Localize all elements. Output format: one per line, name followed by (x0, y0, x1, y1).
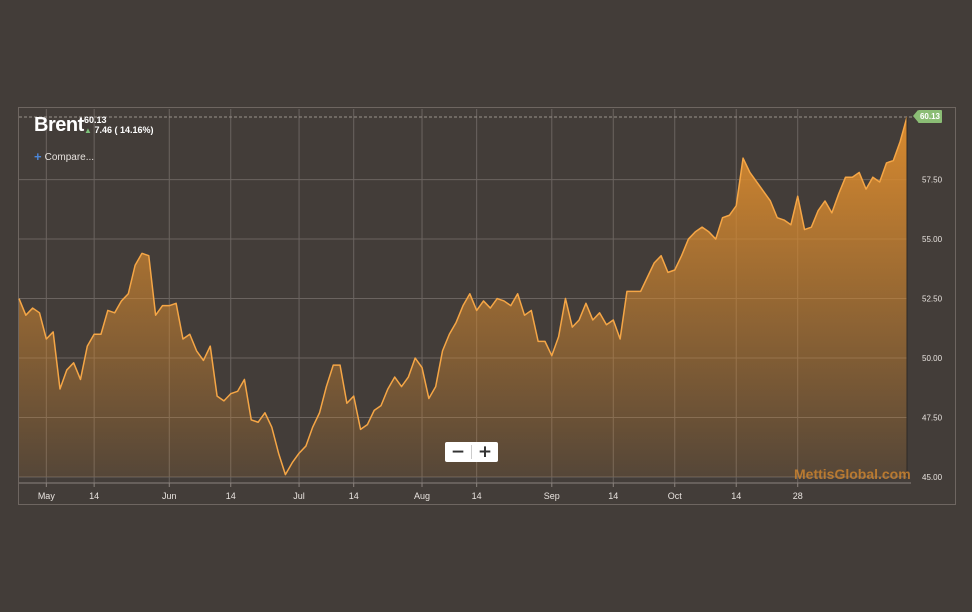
price-area (19, 117, 907, 477)
chart-title: Brent (34, 114, 84, 136)
x-tick-label: 14 (349, 491, 359, 501)
zoom-controls: − + (445, 442, 498, 462)
y-tick-label: 57.50 (922, 176, 943, 185)
current-price-badge: 60.13 (913, 110, 942, 123)
x-tick-label: 14 (608, 491, 618, 501)
y-tick-label: 55.00 (922, 235, 943, 244)
x-tick-label: May (38, 491, 56, 501)
zoom-in-button[interactable]: + (472, 442, 498, 462)
price-chart[interactable]: 45.00 47.50 50.00 52.50 55.00 57.50 May 14 Jun 14… (0, 0, 972, 612)
compare-label: Compare... (44, 152, 95, 163)
x-tick-label: Sep (544, 491, 560, 501)
x-tick-label: Jun (162, 491, 177, 501)
x-tick-label: Jul (293, 491, 305, 501)
plus-icon: + (34, 149, 42, 164)
watermark: MettisGlobal.com (794, 466, 911, 482)
price-change-value: 7.46 ( 14.16%) (94, 125, 154, 135)
x-tick-label: 14 (731, 491, 741, 501)
last-price: 60.13 (84, 115, 107, 125)
x-tick-label: 14 (226, 491, 236, 501)
x-tick-label: Oct (668, 491, 683, 501)
x-tick-label: 14 (89, 491, 99, 501)
x-tick-label: 14 (472, 491, 482, 501)
compare-button[interactable]: + Compare... (34, 149, 94, 164)
x-tick-label: Aug (414, 491, 430, 501)
price-change: ▲ 7.46 ( 14.16%) (84, 125, 153, 135)
up-arrow-icon: ▲ (84, 126, 92, 135)
x-tick-label: 28 (793, 491, 803, 501)
y-tick-label: 52.50 (922, 295, 943, 304)
y-tick-label: 45.00 (922, 473, 943, 482)
zoom-out-button[interactable]: − (445, 442, 471, 462)
y-tick-label: 50.00 (922, 354, 943, 363)
y-tick-label: 47.50 (922, 414, 943, 423)
